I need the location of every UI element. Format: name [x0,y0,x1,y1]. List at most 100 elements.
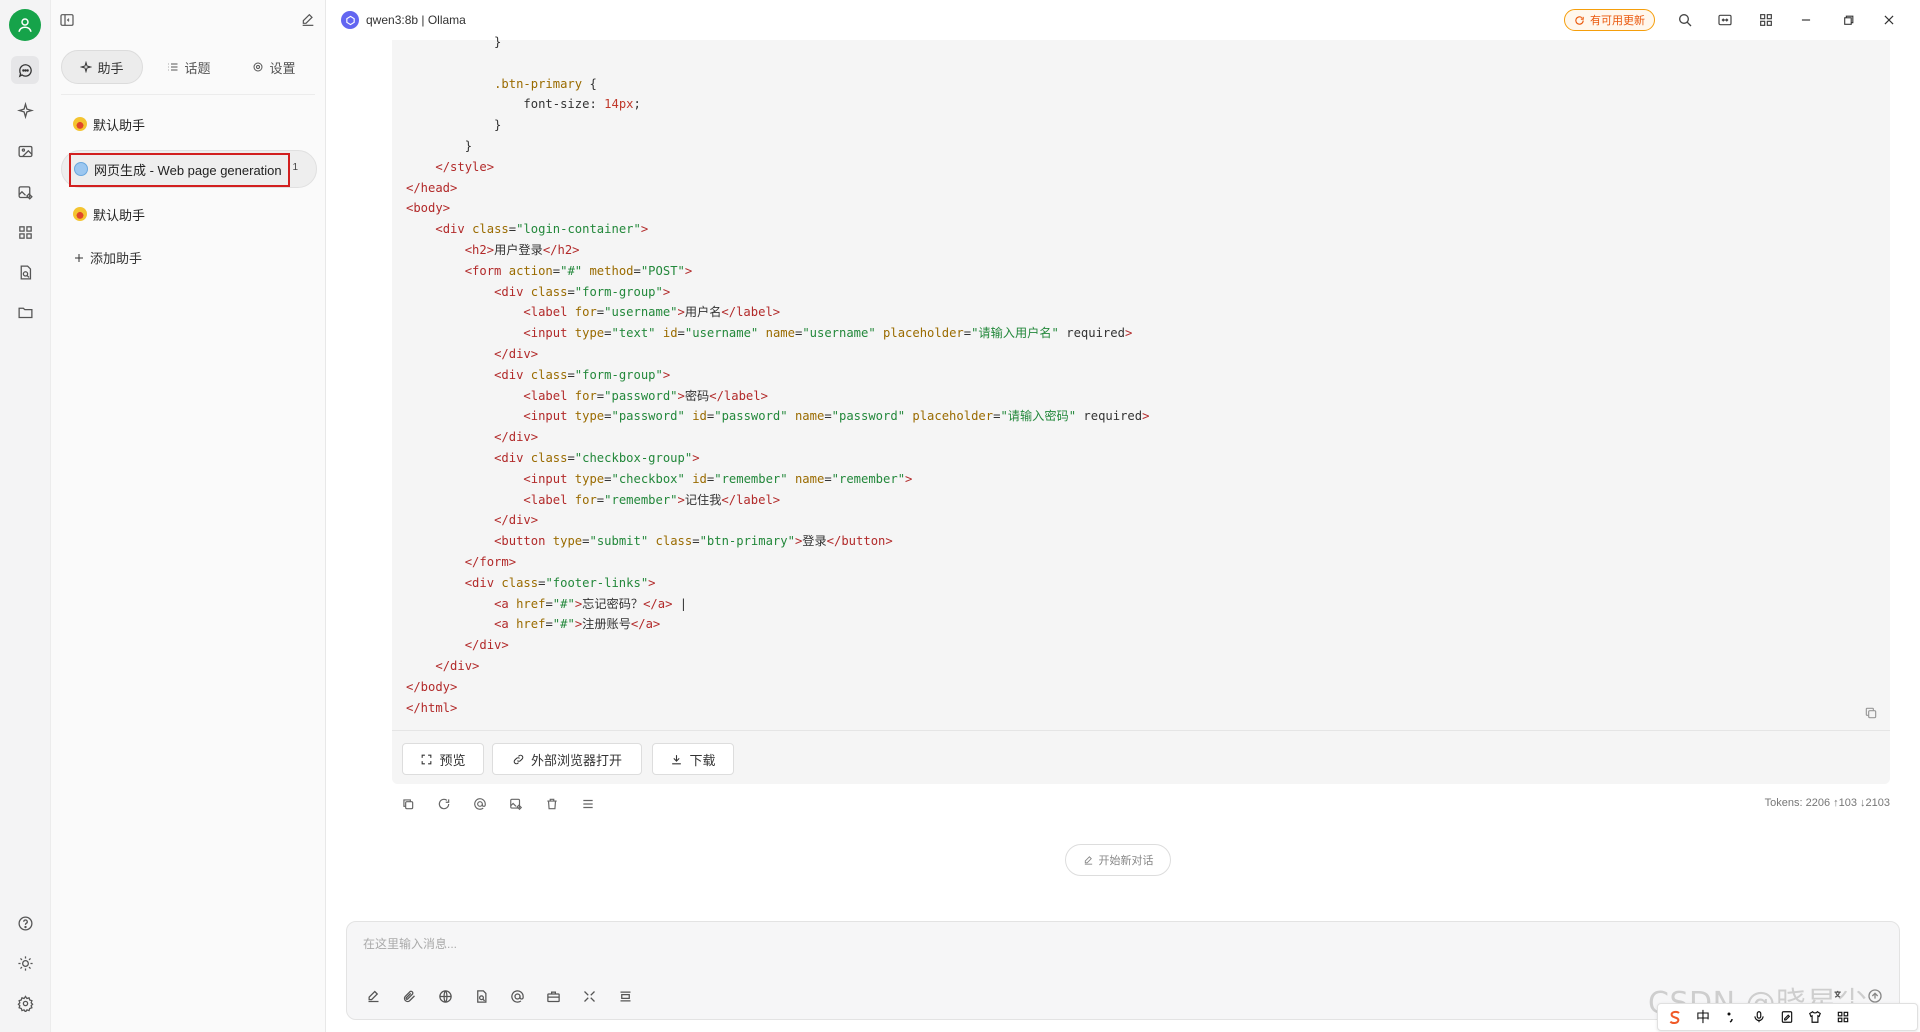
web-search-globe-icon[interactable] [435,986,455,1006]
punctuation-icon[interactable] [1722,1008,1740,1026]
new-chat-button[interactable]: 开始新对话 [1065,844,1171,876]
sparkle-icon[interactable] [13,98,37,122]
plus-icon [75,253,83,262]
divider [61,94,315,95]
copy-code-icon[interactable] [1862,704,1880,722]
preview-button[interactable]: 预览 [402,743,484,775]
sidebar-toggle-icon[interactable] [57,10,77,30]
more-menu-icon[interactable] [578,794,598,814]
chat-icon[interactable] [11,56,39,84]
search-icon[interactable] [1675,10,1695,30]
open-external-label: 外部浏览器打开 [530,752,622,768]
code-line: <input type="password" id="password" nam… [523,409,1150,424]
image-icon[interactable] [13,139,37,163]
code-line: } [406,118,502,133]
code-line: font-size: 14px; [523,97,641,112]
model-logo-icon [341,11,359,29]
code-line: <button type="submit" class="btn-primary… [494,534,893,549]
toolbox-icon[interactable] [543,986,563,1006]
code-line: </div> [435,658,480,673]
window-minimize-icon[interactable] [1796,10,1816,30]
code-line: <a href="#">忘记密码？</a> | [494,596,688,611]
save-image-icon[interactable] [506,794,526,814]
fullscreen-icon [422,754,432,764]
handwriting-icon[interactable] [1778,1008,1796,1026]
edit-icon [1084,855,1092,865]
skin-shirt-icon[interactable] [1806,1008,1824,1026]
window-maximize-icon[interactable] [1838,10,1858,30]
code-line: </div> [494,513,539,528]
code-line: <label for="username">用户名</label> [523,305,781,320]
user-avatar[interactable] [9,9,41,41]
tab-assistants[interactable]: 助手 [61,50,143,84]
assistant-item-default-1[interactable]: 默认助手 [61,105,317,143]
assistant-item-label: 默认助手 [93,117,146,133]
code-line: <form action="#" method="POST"> [464,263,693,278]
clear-context-icon[interactable] [615,986,635,1006]
refresh-icon [1575,15,1584,25]
sogou-logo-icon[interactable] [1666,1008,1684,1026]
code-line: </div> [464,638,509,653]
theme-sun-icon[interactable] [13,951,37,975]
knowledge-base-icon[interactable] [471,986,491,1006]
window-close-icon[interactable] [1879,10,1899,30]
tab-settings-label: 设置 [269,60,296,76]
mini-apps-icon[interactable] [1756,10,1776,30]
sparkle-icon [80,61,93,73]
download-icon [672,754,682,764]
message-actions [398,794,598,814]
doc-search-icon[interactable] [13,260,37,284]
folder-icon[interactable] [13,300,37,324]
tab-assistants-label: 助手 [97,60,124,76]
settings-gear-icon[interactable] [13,991,37,1015]
icon-rail [0,0,51,1032]
code-line: </div> [494,346,539,361]
add-assistant-label: 添加助手 [90,251,143,266]
narrow-mode-icon[interactable] [1715,10,1735,30]
assistant-item-label: 默认助手 [93,207,146,223]
link-icon [513,754,524,764]
mention-model-icon[interactable] [507,986,527,1006]
microphone-icon[interactable] [1750,1008,1768,1026]
download-button[interactable]: 下载 [652,743,734,775]
new-topic-icon[interactable] [298,10,318,30]
delete-icon[interactable] [542,794,562,814]
update-available-badge[interactable]: 有可用更新 [1564,9,1655,31]
code-line: </head> [406,180,458,195]
apps-grid-icon[interactable] [13,220,37,244]
tab-topics-label: 话题 [184,60,211,76]
code-line: </html> [406,700,458,715]
assistant-item-default-2[interactable]: 默认助手 [61,195,317,233]
message-input[interactable] [363,934,1263,954]
ime-toolbar: 中 [1657,1003,1918,1031]
tab-settings[interactable]: 设置 [233,50,315,84]
update-badge-label: 有可用更新 [1590,15,1645,27]
smiley-emoji-icon [73,207,87,221]
topic-count-badge: 1 [292,162,298,173]
highlight-annotation-box [69,153,290,187]
new-topic-icon[interactable] [363,986,383,1006]
mention-icon[interactable] [470,794,490,814]
tab-topics[interactable]: 话题 [149,50,229,84]
code-line: <label for="password">密码</label> [523,388,768,403]
copy-icon[interactable] [398,794,418,814]
ime-language[interactable]: 中 [1694,1008,1712,1026]
open-external-browser-button[interactable]: 外部浏览器打开 [492,743,642,775]
code-line: <a href="#">注册账号</a> [494,617,661,632]
input-toolbar [363,986,635,1006]
token-usage: Tokens: 2206 ↑103 ↓2103 [1764,797,1890,809]
model-selector[interactable]: qwen3:8b | Ollama [341,11,466,29]
code-block: } .btn-primary { font-size: 14px; } } </… [392,35,1890,784]
code-line: <body> [406,201,451,216]
code-toolbar: 预览 外部浏览器打开 下载 [392,730,1890,784]
expand-icon[interactable] [579,986,599,1006]
ime-toolbox-grid-icon[interactable] [1834,1008,1852,1026]
attachment-icon[interactable] [399,986,419,1006]
image-edit-icon[interactable] [13,180,37,204]
regenerate-icon[interactable] [434,794,454,814]
help-icon[interactable] [13,911,37,935]
add-assistant-button[interactable]: 添加助手 [73,248,142,267]
list-icon [168,63,178,71]
model-name: qwen3:8b | Ollama [366,13,466,27]
